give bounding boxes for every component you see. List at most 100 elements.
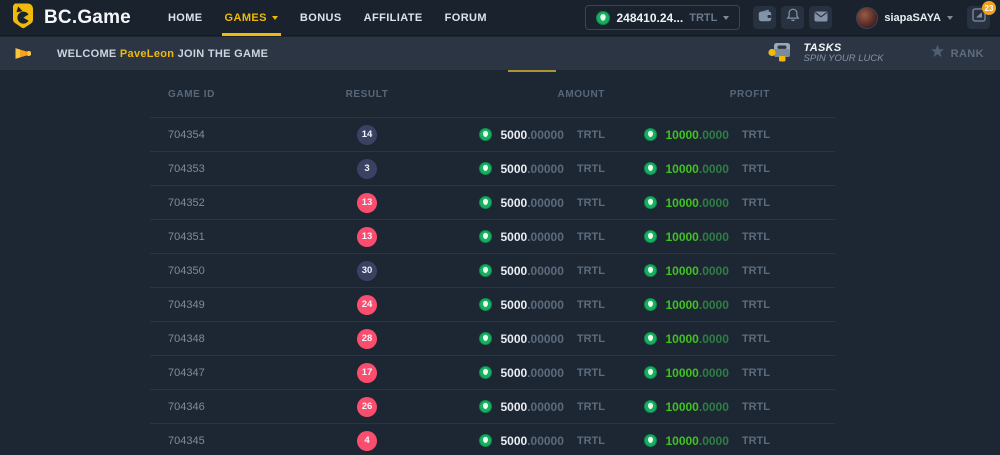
column-header-amount: AMOUNT (434, 89, 605, 100)
game-id-cell: 704351 (150, 231, 300, 243)
username: siapaSAYA (884, 12, 941, 24)
amount-currency: TRTL (577, 129, 605, 141)
table-row[interactable]: 704354 14 5000.00000 TRTL (150, 117, 835, 151)
game-id-cell: 704349 (150, 299, 300, 311)
result-badge: 30 (357, 261, 377, 281)
profit-cell: 10000.0000 TRTL (605, 194, 770, 212)
profit-cell: 10000.0000 TRTL (605, 432, 770, 450)
profit-cell: 10000.0000 TRTL (605, 160, 770, 178)
result-badge: 14 (357, 125, 377, 145)
amount-value: 5000.00000 (496, 126, 563, 144)
column-header-profit: PROFIT (605, 89, 770, 100)
bell-icon (786, 8, 800, 27)
rank-label: RANK (951, 48, 984, 60)
trtl-coin-icon (644, 128, 657, 141)
trtl-coin-icon (479, 264, 492, 277)
trtl-coin-icon (479, 332, 492, 345)
profit-cell: 10000.0000 TRTL (605, 398, 770, 416)
profit-currency: TRTL (742, 401, 770, 413)
amount-value: 5000.00000 (496, 262, 563, 280)
profit-cell: 10000.0000 TRTL (605, 262, 770, 280)
amount-cell: 5000.00000 TRTL (434, 296, 605, 314)
trtl-coin-icon (644, 366, 657, 379)
table-row[interactable]: 704353 3 5000.00000 TRTL (150, 151, 835, 185)
chevron-down-icon (272, 16, 278, 20)
table-row[interactable]: 704349 24 5000.00000 TRTL (150, 287, 835, 321)
profit-currency: TRTL (742, 231, 770, 243)
amount-value: 5000.00000 (496, 194, 563, 212)
wallet-button[interactable] (753, 6, 776, 29)
nav-item-home[interactable]: HOME (157, 0, 214, 36)
brand-logo[interactable]: BC.Game (10, 2, 131, 34)
result-badge: 13 (357, 193, 377, 213)
nav-item-forum[interactable]: FORUM (434, 0, 498, 36)
star-icon (930, 44, 945, 63)
balance-selector[interactable]: 248410.24... TRTL (585, 5, 740, 30)
table-row[interactable]: 704345 4 5000.00000 TRTL (150, 423, 835, 455)
amount-value: 5000.00000 (496, 160, 563, 178)
table-row[interactable]: 704347 17 5000.00000 TRTL (150, 355, 835, 389)
topbar-right-group: 248410.24... TRTL (585, 5, 990, 30)
table-row[interactable]: 704346 26 5000.00000 TRTL (150, 389, 835, 423)
nav-item-bonus[interactable]: BONUS (289, 0, 353, 36)
user-menu[interactable]: siapaSAYA (856, 7, 953, 29)
profit-currency: TRTL (742, 435, 770, 447)
brand-logo-icon (10, 2, 36, 34)
messages-button[interactable] (809, 6, 832, 29)
game-id-cell: 704348 (150, 333, 300, 345)
result-badge: 24 (357, 295, 377, 315)
amount-currency: TRTL (577, 231, 605, 243)
announcement-right-group: TASKS SPIN YOUR LUCK RANK (767, 40, 984, 68)
chevron-down-icon (947, 16, 953, 20)
trtl-coin-icon (479, 162, 492, 175)
table-row[interactable]: 704350 30 5000.00000 TRTL (150, 253, 835, 287)
amount-cell: 5000.00000 TRTL (434, 194, 605, 212)
rank-widget[interactable]: RANK (930, 44, 984, 63)
chat-panel-button[interactable]: 23 (967, 6, 990, 29)
profit-cell: 10000.0000 TRTL (605, 228, 770, 246)
profit-value: 10000.0000 (661, 126, 728, 144)
tasks-widget[interactable]: TASKS SPIN YOUR LUCK (767, 40, 884, 68)
game-id-cell: 704346 (150, 401, 300, 413)
profit-cell: 10000.0000 TRTL (605, 330, 770, 348)
profit-value: 10000.0000 (661, 398, 728, 416)
trtl-coin-icon (479, 196, 492, 209)
table-row[interactable]: 704352 13 5000.00000 TRTL (150, 185, 835, 219)
profit-currency: TRTL (742, 265, 770, 277)
profit-currency: TRTL (742, 367, 770, 379)
result-cell: 24 (357, 295, 377, 315)
chat-unread-badge: 23 (982, 1, 996, 15)
profit-value: 10000.0000 (661, 364, 728, 382)
amount-cell: 5000.00000 TRTL (434, 330, 605, 348)
megaphone-icon (14, 46, 31, 61)
profit-cell: 10000.0000 TRTL (605, 296, 770, 314)
profit-cell: 10000.0000 TRTL (605, 126, 770, 144)
game-id-cell: 704352 (150, 197, 300, 209)
amount-value: 5000.00000 (496, 296, 563, 314)
result-cell: 13 (357, 193, 377, 213)
amount-currency: TRTL (577, 333, 605, 345)
nav-item-games[interactable]: GAMES (214, 0, 289, 36)
envelope-icon (814, 9, 828, 27)
trtl-coin-icon (644, 162, 657, 175)
tasks-text: TASKS SPIN YOUR LUCK (804, 42, 884, 66)
table-row[interactable]: 704351 13 5000.00000 TRTL (150, 219, 835, 253)
nav-item-label: AFFILIATE (364, 12, 423, 24)
result-cell: 13 (357, 227, 377, 247)
amount-currency: TRTL (577, 163, 605, 175)
profit-currency: TRTL (742, 299, 770, 311)
table-row[interactable]: 704348 28 5000.00000 TRTL (150, 321, 835, 355)
trtl-coin-icon (479, 298, 492, 311)
result-cell: 3 (357, 159, 377, 179)
game-id-cell: 704353 (150, 163, 300, 175)
profit-value: 10000.0000 (661, 160, 728, 178)
welcome-message: WELCOME PaveLeon JOIN THE GAME (57, 48, 268, 60)
top-navigation-bar: BC.Game HOME GAMES BONUS AFFILIATE FORUM (0, 0, 1000, 36)
amount-cell: 5000.00000 TRTL (434, 364, 605, 382)
notifications-button[interactable] (781, 6, 804, 29)
amount-currency: TRTL (577, 401, 605, 413)
nav-item-affiliate[interactable]: AFFILIATE (353, 0, 434, 36)
tasks-subtitle: SPIN YOUR LUCK (804, 54, 884, 65)
avatar (856, 7, 878, 29)
column-header-result: RESULT (300, 89, 434, 100)
